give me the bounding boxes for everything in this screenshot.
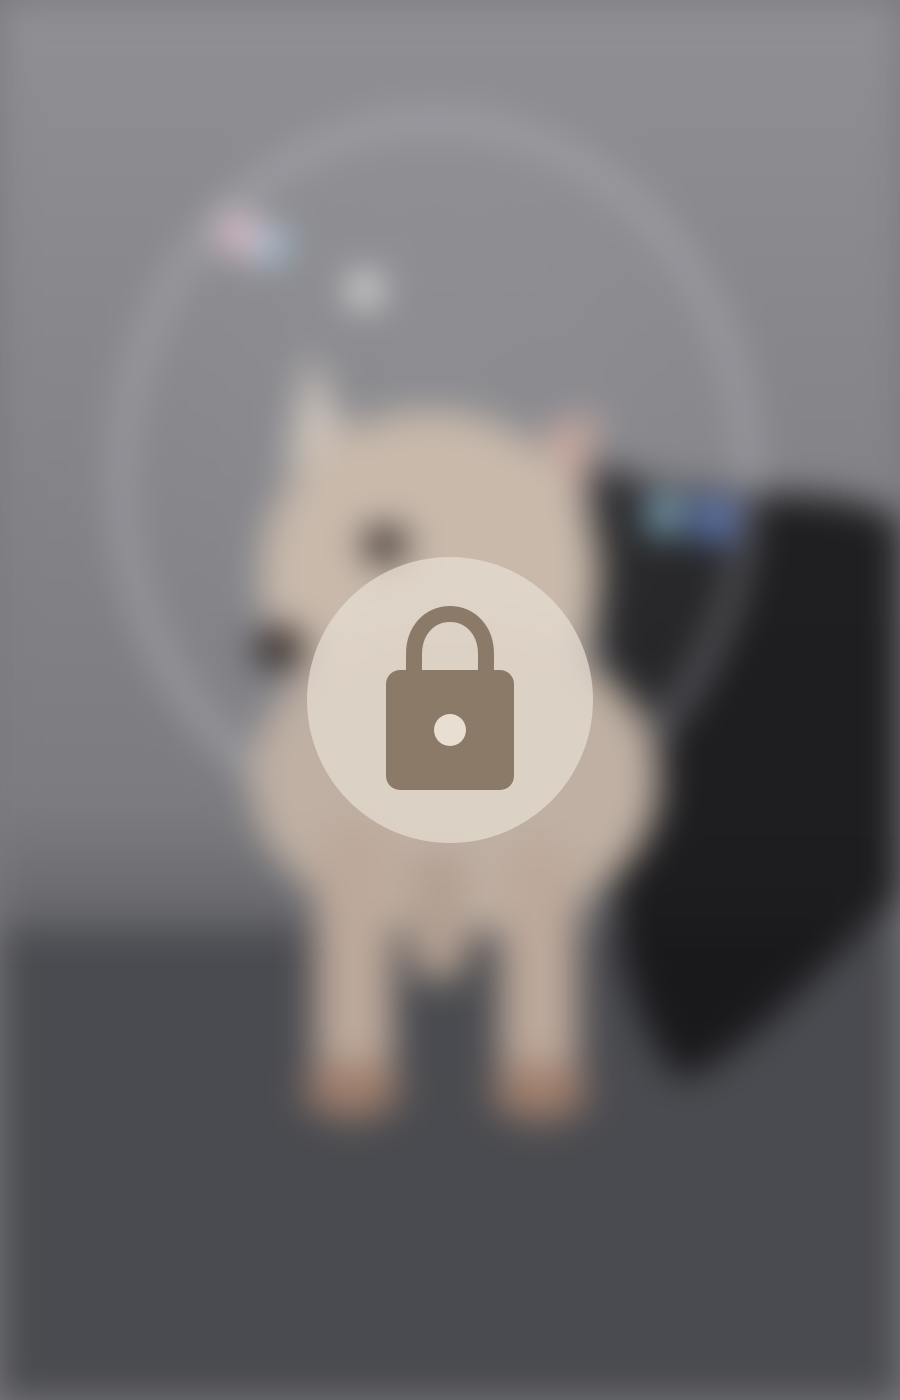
- unlock-button[interactable]: [307, 557, 593, 843]
- locked-media-screen: [0, 0, 900, 1400]
- lock-icon: [386, 606, 514, 790]
